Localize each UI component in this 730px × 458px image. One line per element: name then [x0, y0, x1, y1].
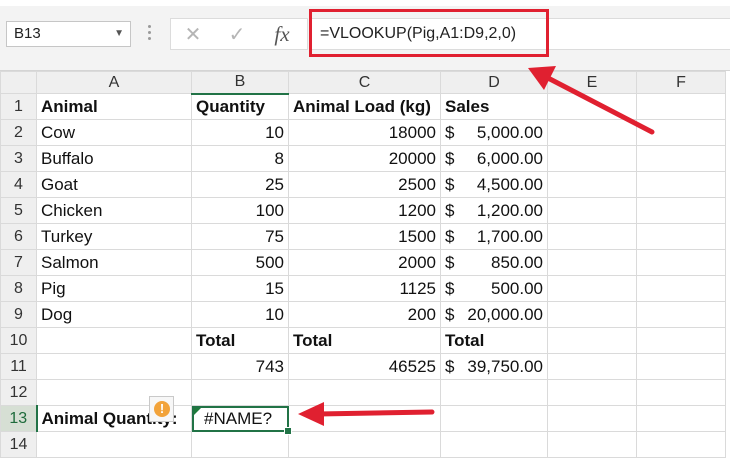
arrow-to-error-cell	[298, 402, 435, 426]
arrow-to-formula	[528, 66, 655, 135]
annotation-arrows	[298, 66, 655, 426]
